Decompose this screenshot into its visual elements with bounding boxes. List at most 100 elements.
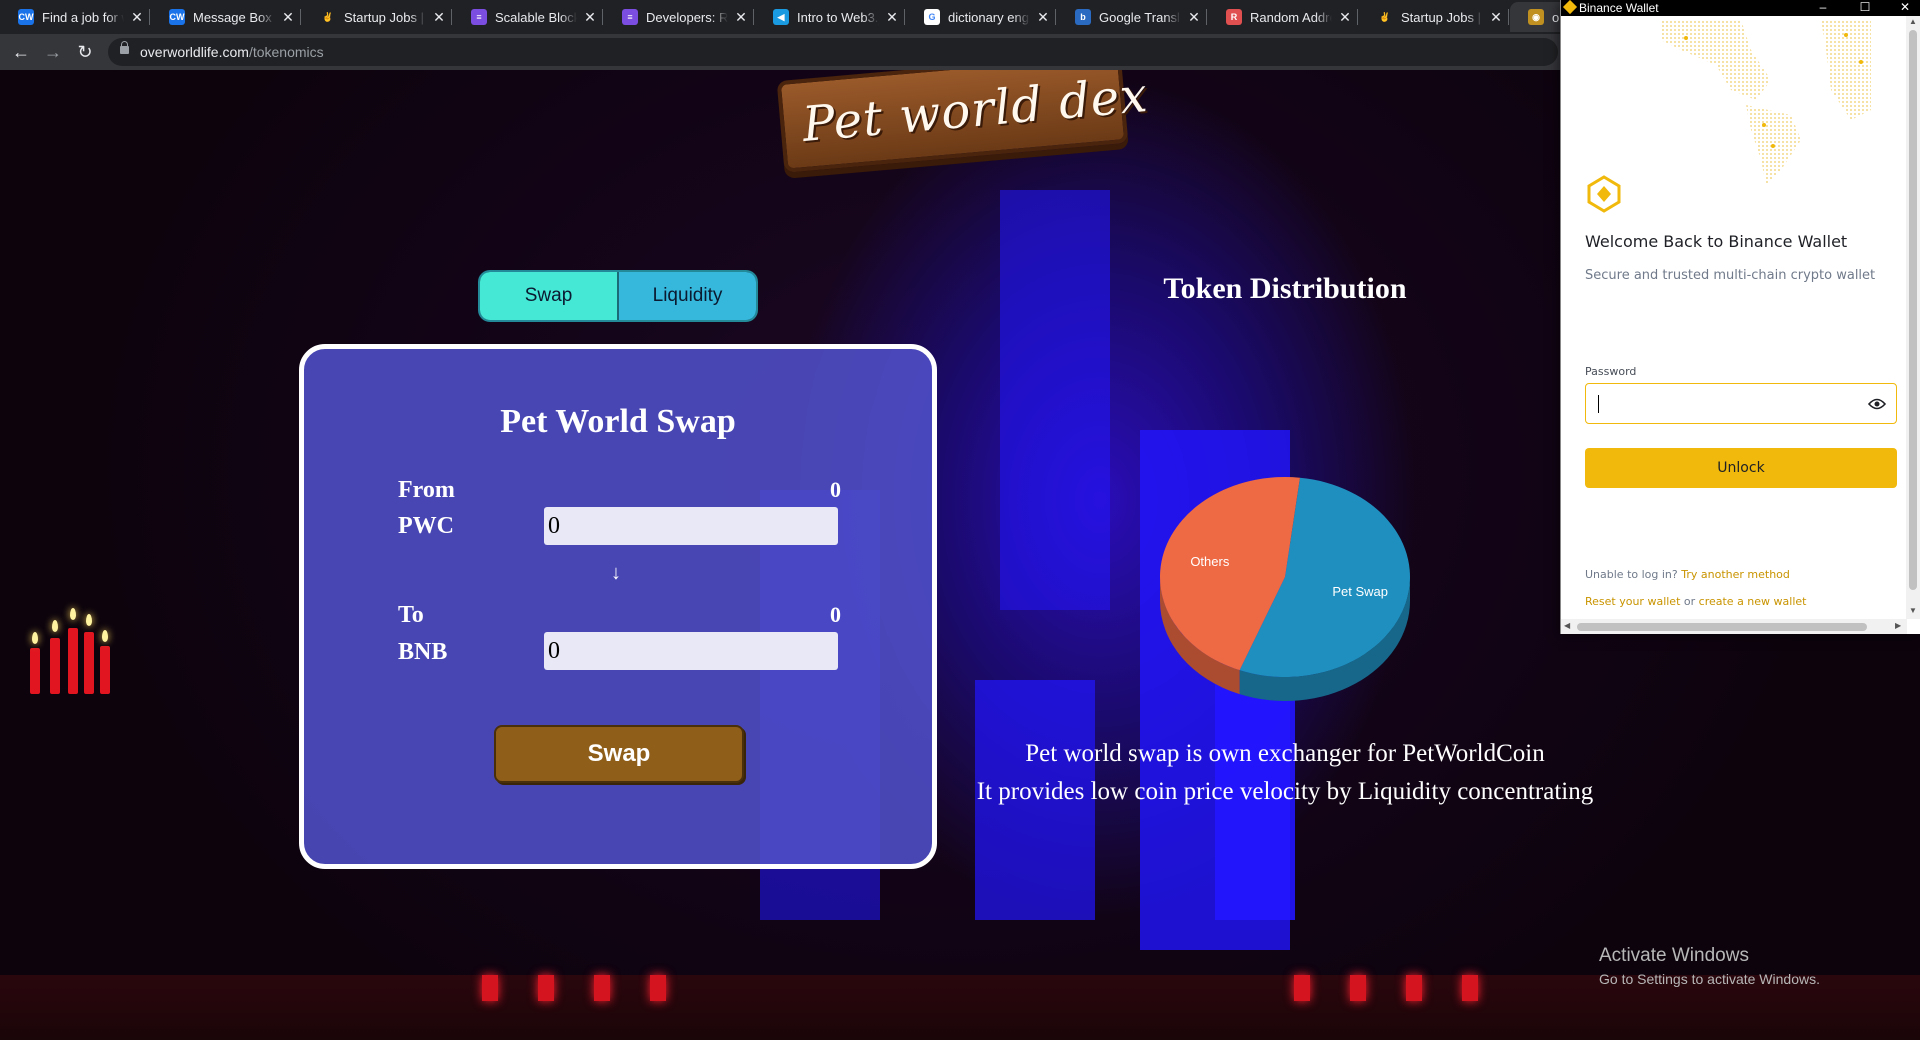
close-tab-icon[interactable]: ✕ — [885, 9, 899, 26]
browser-tab[interactable]: CW Find a job for w ✕ — [0, 2, 150, 32]
try-another-method-link[interactable]: Try another method — [1681, 568, 1790, 581]
popup-title-bar: Binance Wallet – ☐ ✕ — [1561, 0, 1920, 16]
create-new-wallet-link[interactable]: create a new wallet — [1699, 595, 1807, 608]
horizontal-scrollbar[interactable]: ◀ ▶ — [1561, 619, 1907, 634]
reset-wallet-link[interactable]: Reset your wallet — [1585, 595, 1680, 608]
token-distribution-title: Token Distribution — [1163, 272, 1407, 305]
floor-light — [1294, 975, 1310, 1001]
back-icon[interactable]: ← — [10, 41, 32, 63]
browser-tab[interactable]: Gdictionary engli ✕ — [906, 2, 1056, 32]
forward-icon[interactable]: → — [42, 41, 64, 63]
floor-light — [1350, 975, 1366, 1001]
solana-icon: ≡ — [471, 9, 487, 25]
floor-light — [650, 975, 666, 1001]
tab-separator — [1357, 9, 1358, 25]
swap-liquidity-tabs: Swap Liquidity — [478, 270, 758, 322]
to-balance: 0 — [830, 602, 841, 627]
angellist-icon: ✌ — [1377, 9, 1393, 25]
to-token: BNB — [398, 639, 448, 665]
password-field[interactable] — [1585, 383, 1897, 424]
browser-tab[interactable]: b Google Translat ✕ — [1057, 2, 1207, 32]
popup-title: Binance Wallet — [1579, 1, 1659, 15]
solana-icon: ≡ — [622, 9, 638, 25]
floor-light — [538, 975, 554, 1001]
url-text: overworldlife.com/tokenomics — [140, 44, 324, 60]
tab-separator — [1508, 9, 1509, 25]
activate-windows-subtitle: Go to Settings to activate Windows. — [1599, 971, 1820, 987]
from-token: PWC — [398, 513, 454, 539]
tab-separator — [753, 9, 754, 25]
description-line-2: It provides low coin price velocity by L… — [976, 778, 1594, 805]
arrow-down-icon[interactable]: ↓ — [611, 562, 621, 585]
tab-title: Scalable Blockcl — [495, 9, 577, 25]
tab-separator — [1206, 9, 1207, 25]
close-tab-icon[interactable]: ✕ — [281, 9, 295, 26]
vscode-icon: ◀ — [773, 9, 789, 25]
angellist-icon: ✌ — [320, 9, 336, 25]
browser-tab[interactable]: ≡ Scalable Blockcl ✕ — [453, 2, 603, 32]
browser-tab[interactable]: CW Message Box [C ✕ — [151, 2, 301, 32]
background-window — [1000, 190, 1110, 610]
password-label: Password — [1585, 365, 1637, 378]
floor-light — [1406, 975, 1422, 1001]
pie-label: Others — [1190, 554, 1230, 569]
close-tab-icon[interactable]: ✕ — [1187, 9, 1201, 26]
browser-tab[interactable]: ✌ Startup Jobs | A ✕ — [302, 2, 452, 32]
text-caret — [1598, 395, 1599, 413]
address-bar[interactable]: overworldlife.com/tokenomics — [108, 38, 1558, 66]
r-icon: R — [1226, 9, 1242, 25]
close-tab-icon[interactable]: ✕ — [1036, 9, 1050, 26]
browser-tab[interactable]: ≡ Developers: Res ✕ — [604, 2, 754, 32]
vertical-scrollbar[interactable]: ▲ ▼ — [1906, 16, 1920, 619]
show-password-eye-icon[interactable] — [1868, 397, 1886, 411]
reset-create-text: Reset your wallet or create a new wallet — [1585, 595, 1807, 608]
swap-button[interactable]: Swap — [494, 725, 744, 783]
tab-separator — [904, 9, 905, 25]
unlock-button[interactable]: Unlock — [1585, 448, 1897, 488]
close-tab-icon[interactable]: ✕ — [1489, 9, 1503, 26]
close-tab-icon[interactable]: ✕ — [734, 9, 748, 26]
floor-light — [594, 975, 610, 1001]
bing-icon: b — [1075, 9, 1091, 25]
minimize-icon[interactable]: – — [1805, 0, 1841, 16]
tab-swap[interactable]: Swap — [480, 272, 619, 320]
tab-separator — [602, 9, 603, 25]
binance-wallet-popup: Binance Wallet – ☐ ✕ Welcome Back to Bin… — [1560, 0, 1920, 634]
from-amount-input[interactable]: 0 — [544, 507, 838, 545]
from-balance: 0 — [830, 477, 841, 502]
maximize-icon[interactable]: ☐ — [1847, 0, 1883, 16]
pie-chart-svg: Pet Swap Others — [1160, 476, 1410, 701]
tab-separator — [1055, 9, 1056, 25]
close-tab-icon[interactable]: ✕ — [130, 9, 144, 26]
tab-title: Intro to Web3.js — [797, 9, 879, 25]
tab-separator — [149, 9, 150, 25]
floor-light — [482, 975, 498, 1001]
browser-tab[interactable]: ◀ Intro to Web3.js ✕ — [755, 2, 905, 32]
to-amount-input[interactable]: 0 — [544, 632, 838, 670]
world-map-graphic — [1661, 20, 1871, 185]
tab-separator — [451, 9, 452, 25]
app-icon: ◉ — [1528, 9, 1544, 25]
tab-title: Find a job for w — [42, 9, 124, 25]
welcome-heading: Welcome Back to Binance Wallet — [1585, 232, 1848, 251]
close-tab-icon[interactable]: ✕ — [1338, 9, 1352, 26]
browser-tab[interactable]: R Random Addre ✕ — [1208, 2, 1358, 32]
lock-icon — [120, 41, 129, 54]
token-distribution-chart: Pet Swap Others — [1155, 465, 1415, 705]
tab-title: Random Addre — [1250, 9, 1332, 25]
binance-icon — [1562, 0, 1578, 15]
floor-light — [1462, 975, 1478, 1001]
tab-separator — [300, 9, 301, 25]
tab-title: dictionary engli — [948, 9, 1030, 25]
reload-icon[interactable]: ↻ — [74, 41, 96, 63]
binance-logo-icon — [1587, 175, 1621, 213]
tab-liquidity[interactable]: Liquidity — [619, 272, 756, 320]
tab-title: Startup Jobs | A — [344, 9, 426, 25]
site-logo[interactable]: Pet world dex — [776, 70, 1150, 173]
close-tab-icon[interactable]: ✕ — [583, 9, 597, 26]
close-tab-icon[interactable]: ✕ — [432, 9, 446, 26]
close-icon[interactable]: ✕ — [1887, 0, 1920, 16]
tab-title: Google Translat — [1099, 9, 1181, 25]
cw-icon: CW — [18, 9, 34, 25]
browser-tab[interactable]: ✌ Startup Jobs | A ✕ — [1359, 2, 1509, 32]
